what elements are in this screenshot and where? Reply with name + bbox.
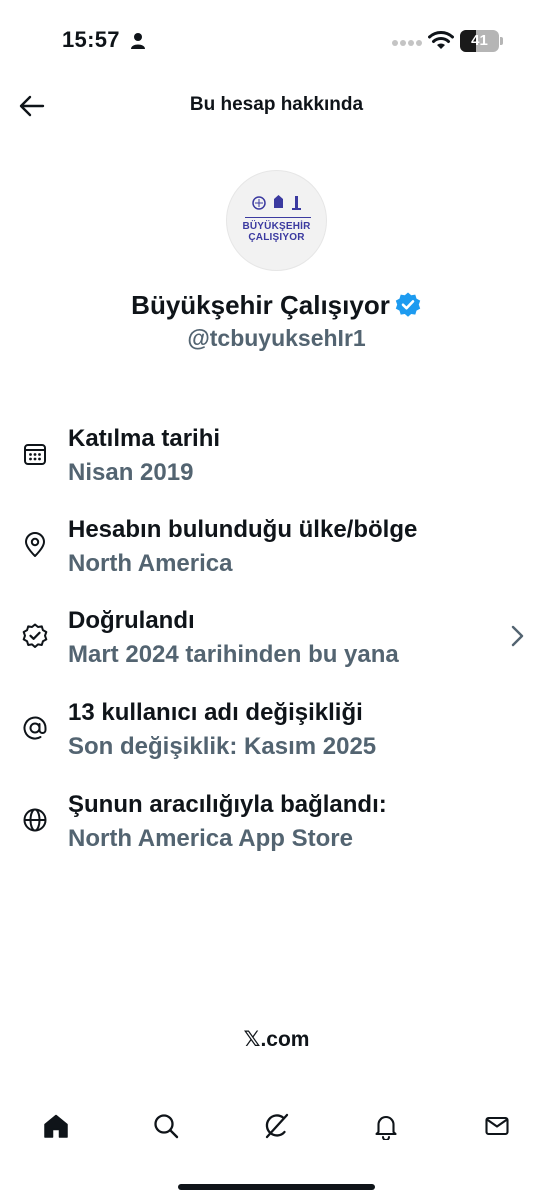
wifi-icon bbox=[428, 31, 454, 49]
footer-domain: .com bbox=[260, 1028, 310, 1051]
battery-indicator: 41 bbox=[460, 30, 504, 52]
messages-envelope-icon bbox=[485, 1116, 509, 1136]
tab-notifications[interactable] bbox=[366, 1106, 406, 1146]
verified-badge-icon[interactable] bbox=[394, 291, 422, 319]
verified-badge-icon bbox=[22, 623, 48, 648]
x-logo-icon: 𝕏 bbox=[243, 1027, 261, 1051]
bottom-tab-bar bbox=[0, 1098, 553, 1154]
person-icon bbox=[131, 33, 145, 49]
tab-grok[interactable] bbox=[256, 1106, 296, 1146]
info-item-account-region: Hesabın bulunduğu ülke/bölge North Ameri… bbox=[0, 516, 553, 596]
info-title: Hesabın bulunduğu ülke/bölge bbox=[68, 516, 418, 543]
avatar-text-line2: ÇALIŞIYOR bbox=[248, 232, 305, 243]
tab-search[interactable] bbox=[146, 1106, 186, 1146]
home-icon bbox=[44, 1114, 68, 1138]
avatar-text-line1: BÜYÜKŞEHİR bbox=[242, 221, 311, 232]
avatar[interactable]: BÜYÜKŞEHİR ÇALIŞIYOR bbox=[226, 170, 327, 271]
info-title: Şunun aracılığıyla bağlandı: bbox=[68, 791, 387, 818]
battery-level: 41 bbox=[471, 32, 488, 49]
info-value: North America bbox=[68, 550, 233, 577]
x-com-link[interactable]: 𝕏.com bbox=[0, 1027, 553, 1052]
avatar-divider bbox=[245, 217, 311, 218]
search-icon bbox=[154, 1114, 179, 1139]
info-item-connected-via: Şunun aracılığıyla bağlandı: North Ameri… bbox=[0, 791, 553, 871]
location-pin-icon bbox=[25, 532, 45, 557]
chevron-right-icon[interactable] bbox=[506, 623, 528, 649]
info-title: 13 kullanıcı adı değişikliği bbox=[68, 699, 363, 726]
info-item-join-date: Katılma tarihi Nisan 2019 bbox=[0, 425, 553, 505]
info-value: Son değişiklik: Kasım 2025 bbox=[68, 733, 377, 760]
home-indicator bbox=[178, 1184, 375, 1190]
info-item-username-changes: 13 kullanıcı adı değişikliği Son değişik… bbox=[0, 699, 553, 779]
info-item-verified[interactable]: Doğrulandı Mart 2024 tarihinden bu yana bbox=[0, 607, 553, 687]
info-value: Nisan 2019 bbox=[68, 459, 194, 486]
globe-icon bbox=[23, 808, 47, 832]
grok-icon bbox=[265, 1113, 289, 1139]
municipality-logos-icon bbox=[252, 195, 301, 210]
status-time: 15:57 bbox=[62, 27, 120, 52]
info-title: Doğrulandı bbox=[68, 607, 195, 634]
profile-name-row: Büyükşehir Çalışıyor bbox=[0, 288, 553, 322]
battery-cap bbox=[500, 37, 503, 45]
status-bar: 15:57 41 bbox=[0, 0, 553, 80]
page-title: Bu hesap hakkında bbox=[189, 94, 364, 115]
cellular-signal-icon bbox=[392, 40, 422, 46]
tab-messages[interactable] bbox=[477, 1106, 517, 1146]
top-bar: Bu hesap hakkında bbox=[0, 80, 553, 132]
info-value: Mart 2024 tarihinden bu yana bbox=[68, 641, 399, 668]
calendar-icon bbox=[24, 444, 46, 465]
info-title: Katılma tarihi bbox=[68, 425, 221, 452]
at-sign-icon bbox=[23, 716, 47, 740]
profile-name: Büyükşehir Çalışıyor bbox=[131, 289, 390, 320]
tab-home[interactable] bbox=[36, 1106, 76, 1146]
battery-body: 41 bbox=[460, 30, 499, 52]
info-value: North America App Store bbox=[68, 825, 353, 852]
profile-handle: @tcbuyuksehIr1 bbox=[187, 325, 366, 351]
notifications-bell-icon bbox=[375, 1116, 397, 1140]
